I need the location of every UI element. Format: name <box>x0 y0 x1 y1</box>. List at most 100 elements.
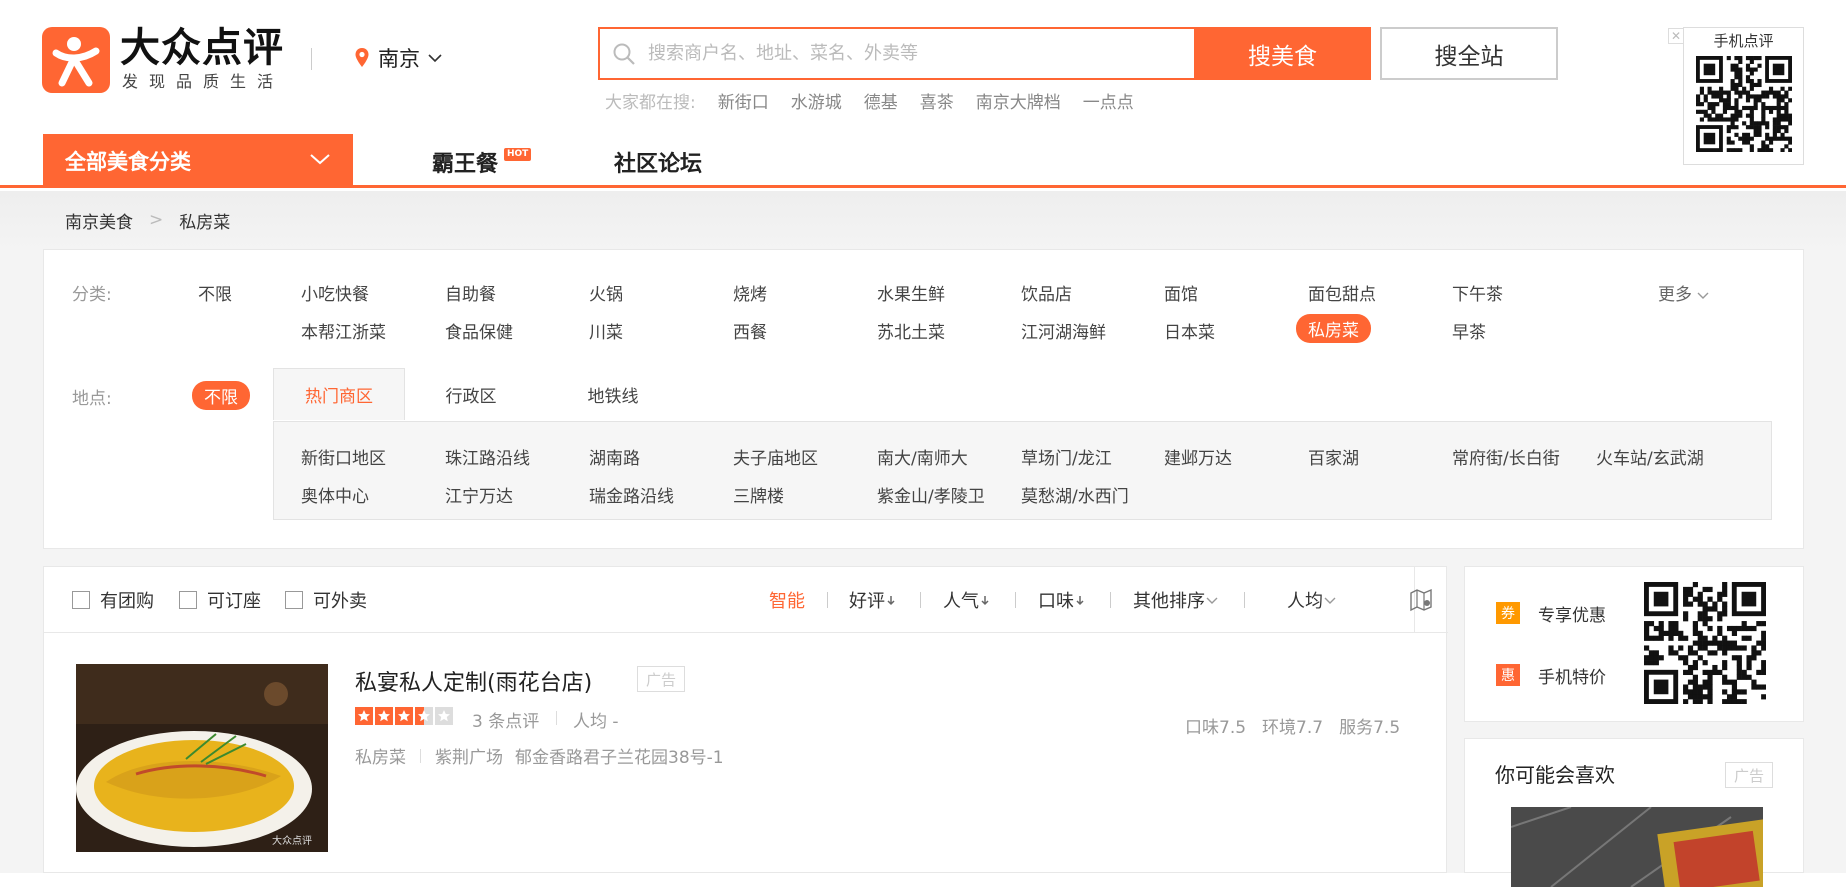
hot-keyword[interactable]: 喜茶 <box>920 88 954 113</box>
category-item[interactable]: 火锅 <box>589 280 623 305</box>
category-item[interactable]: 苏北土菜 <box>877 318 945 343</box>
checkbox-reservable[interactable]: 可订座 <box>179 589 261 612</box>
search-input[interactable] <box>648 29 1188 78</box>
ad-tag: 广告 <box>637 666 685 692</box>
sort-smart[interactable]: 智能 <box>769 589 805 612</box>
checkbox-box[interactable] <box>179 591 197 609</box>
hot-keyword[interactable]: 水游城 <box>791 88 842 113</box>
category-item[interactable]: 本帮江浙菜 <box>301 318 386 343</box>
star-empty-icon <box>435 707 453 725</box>
category-item[interactable]: 水果生鲜 <box>877 280 945 305</box>
area-item[interactable]: 紫金山/孝陵卫 <box>877 482 985 507</box>
category-item[interactable]: 日本菜 <box>1164 318 1215 343</box>
chevron-down-icon <box>1324 597 1336 604</box>
promo-mobile[interactable]: 惠手机特价 <box>1496 663 1606 688</box>
nav-link-forum[interactable]: 社区论坛 <box>614 146 702 178</box>
tab-metro-lines[interactable]: 地铁线 <box>563 368 663 420</box>
area-item[interactable]: 珠江路沿线 <box>445 444 530 469</box>
score-service: 服务7.5 <box>1339 718 1401 738</box>
shop-category[interactable]: 私房菜 <box>355 743 406 768</box>
area-item[interactable]: 百家湖 <box>1308 444 1359 469</box>
area-item[interactable]: 江宁万达 <box>445 482 513 507</box>
category-item[interactable]: 江河湖海鲜 <box>1021 318 1106 343</box>
category-item[interactable]: 烧烤 <box>733 280 767 305</box>
brand-title[interactable]: 大众点评 <box>120 24 284 72</box>
checkbox-label: 可外卖 <box>313 591 367 612</box>
area-item[interactable]: 莫愁湖/水西门 <box>1021 482 1129 507</box>
sort-popularity[interactable]: 人气 <box>943 589 991 612</box>
area-item[interactable]: 新街口地区 <box>301 444 386 469</box>
category-item[interactable]: 面包甜点 <box>1308 280 1376 305</box>
area-item[interactable]: 三牌楼 <box>733 482 784 507</box>
sort-rating[interactable]: 好评 <box>849 589 897 612</box>
category-item[interactable]: 西餐 <box>733 318 767 343</box>
hot-searches: 大家都在搜: 新街口 水游城 德基 喜茶 南京大牌档 一点点 <box>605 88 1156 113</box>
sort-other[interactable]: 其他排序 <box>1133 589 1219 612</box>
nav-link-free-meal[interactable]: 霸王餐 <box>432 146 498 178</box>
area-item[interactable]: 湖南路 <box>589 444 640 469</box>
promo-exclusive[interactable]: 券专享优惠 <box>1496 601 1606 626</box>
category-item[interactable]: 自助餐 <box>445 280 496 305</box>
divider <box>1244 592 1245 608</box>
hot-keyword[interactable]: 新街口 <box>718 88 769 113</box>
sort-avg-price[interactable]: 人均 <box>1287 589 1337 612</box>
all-categories-button[interactable]: 全部美食分类 <box>43 134 353 188</box>
map-toggle[interactable] <box>1410 567 1448 633</box>
star-icon <box>355 707 373 725</box>
logo-icon[interactable] <box>42 27 110 93</box>
category-item[interactable]: 饮品店 <box>1021 280 1072 305</box>
qr-caption: 手机点评 <box>1713 32 1774 50</box>
close-icon[interactable]: ✕ <box>1668 28 1684 44</box>
category-item[interactable]: 食品保健 <box>445 318 513 343</box>
location-pin-icon <box>355 48 369 67</box>
checkbox-group-buy[interactable]: 有团购 <box>72 589 154 612</box>
checkbox-delivery[interactable]: 可外卖 <box>285 589 367 612</box>
shop-photo[interactable]: 大众点评 <box>76 664 328 852</box>
search-box: 搜美食 <box>598 27 1371 80</box>
search-site-button[interactable]: 搜全站 <box>1380 27 1558 80</box>
area-item[interactable]: 夫子庙地区 <box>733 444 818 469</box>
area-item[interactable]: 草场门/龙江 <box>1021 444 1112 469</box>
review-count[interactable]: 3 条点评 <box>472 707 539 732</box>
category-item[interactable]: 面馆 <box>1164 280 1198 305</box>
results-panel: 有团购 可订座 可外卖 智能 好评 人气 口味 其他排序 人均 大众点评 私宴私… <box>43 566 1448 873</box>
category-item-selected[interactable]: 私房菜 <box>1296 314 1371 343</box>
dish-image: 大众点评 <box>76 664 328 852</box>
recommend-photo[interactable] <box>1511 807 1763 887</box>
checkbox-box[interactable] <box>72 591 90 609</box>
hot-keyword[interactable]: 德基 <box>864 88 898 113</box>
category-item[interactable]: 小吃快餐 <box>301 280 369 305</box>
area-item[interactable]: 常府街/长白街 <box>1452 444 1560 469</box>
area-item[interactable]: 瑞金路沿线 <box>589 482 674 507</box>
recommend-image <box>1511 807 1763 887</box>
city-selector[interactable]: 南京 <box>354 42 442 74</box>
category-item[interactable]: 下午茶 <box>1452 280 1503 305</box>
more-categories-button[interactable]: 更多 <box>1658 280 1709 305</box>
hot-keyword[interactable]: 南京大牌档 <box>976 88 1061 113</box>
area-item[interactable]: 奥体中心 <box>301 482 369 507</box>
category-item[interactable]: 早茶 <box>1452 318 1486 343</box>
shop-name[interactable]: 私宴私人定制(雨花台店) <box>355 665 592 697</box>
category-item[interactable]: 川菜 <box>589 318 623 343</box>
recommend-title: 你可能会喜欢 <box>1495 763 1615 787</box>
chevron-down-icon <box>310 154 330 165</box>
area-item[interactable]: 建邺万达 <box>1164 444 1232 469</box>
breadcrumb-item[interactable]: 南京美食 <box>65 208 133 233</box>
shop-area[interactable]: 紫荆广场 <box>435 743 503 768</box>
checkbox-box[interactable] <box>285 591 303 609</box>
coupon-icon: 券 <box>1496 602 1520 624</box>
search-food-button[interactable]: 搜美食 <box>1194 27 1371 80</box>
location-all[interactable]: 不限 <box>192 381 250 410</box>
tab-hot-districts[interactable]: 热门商区 <box>273 368 405 420</box>
area-item[interactable]: 火车站/玄武湖 <box>1596 444 1704 469</box>
sort-label: 人均 <box>1287 591 1323 612</box>
score-environment: 环境7.7 <box>1262 718 1324 738</box>
area-item[interactable]: 南大/南师大 <box>877 444 968 469</box>
category-all[interactable]: 不限 <box>198 280 232 305</box>
score-taste: 口味7.5 <box>1185 718 1247 738</box>
tab-admin-districts[interactable]: 行政区 <box>421 368 521 420</box>
hot-badge: HOT <box>504 148 532 161</box>
sort-taste[interactable]: 口味 <box>1038 589 1086 612</box>
hot-keyword[interactable]: 一点点 <box>1083 88 1134 113</box>
location-tabs: 热门商区 行政区 地铁线 <box>273 368 1772 420</box>
